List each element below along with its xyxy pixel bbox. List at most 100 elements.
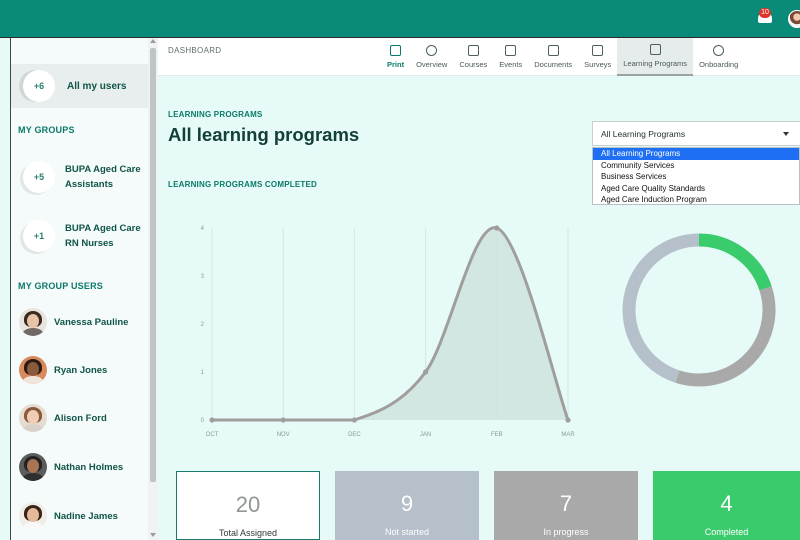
tab-documents[interactable]: Documents bbox=[528, 38, 578, 76]
stat-card-not-started[interactable]: 9 Not started bbox=[335, 471, 479, 540]
group-count: +5 bbox=[23, 161, 55, 193]
x-tick-label: DEC bbox=[348, 432, 361, 438]
x-tick-label: MAR bbox=[561, 432, 575, 438]
user-name: Vanessa Pauline bbox=[54, 316, 129, 328]
tab-surveys[interactable]: Surveys bbox=[578, 38, 617, 76]
chart-heading: LEARNING PROGRAMS COMPLETED bbox=[168, 180, 317, 189]
data-point bbox=[565, 417, 571, 423]
sidebar-item-group[interactable]: +5 BUPA Aged Care Assistants bbox=[11, 153, 149, 201]
sidebar-user-item[interactable]: Nathan Holmes bbox=[11, 447, 149, 487]
stat-card-in-progress[interactable]: 7 In progress bbox=[494, 471, 638, 540]
learning-programs-area-chart: OCT NOV DEC JAN FEB MAR 0 1 2 3 4 bbox=[180, 210, 600, 450]
area-chart-svg: OCT NOV DEC JAN FEB MAR 0 1 2 3 4 bbox=[201, 225, 575, 438]
select-value: All Learning Programs bbox=[601, 129, 686, 139]
dropdown-option[interactable]: Community Services bbox=[593, 160, 799, 172]
x-tick-label: OCT bbox=[206, 432, 219, 438]
y-tick-label: 0 bbox=[201, 418, 205, 424]
donut-slice bbox=[675, 286, 776, 387]
my-groups-heading: MY GROUPS bbox=[18, 125, 75, 135]
printer-icon bbox=[390, 45, 402, 56]
tab-overview[interactable]: Overview bbox=[410, 38, 453, 76]
y-tick-label: 3 bbox=[201, 274, 205, 280]
tab-label: Courses bbox=[459, 60, 488, 69]
donut-slice bbox=[622, 233, 700, 383]
sidebar-item-group[interactable]: +1 BUPA Aged Care RN Nurses bbox=[11, 212, 149, 260]
user-name: Alison Ford bbox=[54, 412, 107, 424]
stat-label: Total Assigned bbox=[218, 528, 278, 538]
avatar bbox=[19, 453, 47, 481]
book-icon bbox=[467, 45, 479, 56]
x-tick-label: NOV bbox=[277, 432, 290, 438]
x-tick-label: JAN bbox=[420, 432, 431, 438]
dropdown-option[interactable]: Aged Care Quality Standards bbox=[593, 183, 799, 195]
group-label-line1: BUPA Aged Care bbox=[65, 164, 141, 175]
tab-events[interactable]: Events bbox=[493, 38, 528, 76]
data-point bbox=[351, 417, 357, 423]
pie-chart-icon bbox=[426, 45, 438, 56]
onboarding-icon bbox=[713, 45, 725, 56]
group-label-line1: BUPA Aged Care bbox=[65, 223, 141, 234]
donut-slice bbox=[698, 233, 772, 291]
y-tick-label: 2 bbox=[201, 322, 205, 328]
dropdown-option[interactable]: Aged Care Induction Program bbox=[593, 194, 799, 206]
stat-value: 20 bbox=[235, 492, 261, 517]
scroll-down-icon[interactable] bbox=[150, 533, 156, 537]
tab-courses[interactable]: Courses bbox=[453, 38, 493, 76]
group-count: +1 bbox=[23, 220, 55, 252]
stat-card-total-assigned[interactable]: 20 Total Assigned bbox=[176, 471, 320, 540]
group-label-line2: Assistants bbox=[65, 179, 114, 190]
tab-print[interactable]: Print bbox=[381, 38, 410, 76]
learning-program-select[interactable]: All Learning Programs bbox=[592, 121, 800, 146]
stat-value: 4 bbox=[720, 491, 733, 516]
sidebar-user-item[interactable]: Ryan Jones bbox=[11, 350, 149, 390]
dropdown-option[interactable]: All Learning Programs bbox=[593, 148, 799, 160]
avatar bbox=[19, 356, 47, 384]
sidebar-user-item[interactable]: Vanessa Pauline bbox=[11, 302, 149, 342]
donut-chart-svg bbox=[622, 233, 776, 387]
stat-value: 9 bbox=[400, 491, 414, 516]
user-name: Nathan Holmes bbox=[54, 461, 124, 473]
dashboard-tabs: Print Overview Courses Events Documents … bbox=[381, 38, 744, 76]
tab-label: Documents bbox=[534, 60, 573, 69]
user-name: Ryan Jones bbox=[54, 364, 108, 376]
profile-avatar[interactable] bbox=[788, 10, 800, 28]
programs-icon bbox=[649, 44, 661, 55]
sidebar-item-all-users[interactable]: +6 All my users bbox=[11, 64, 149, 108]
stat-card-completed[interactable]: 4 Completed bbox=[653, 471, 800, 540]
sidebar-user-item[interactable]: Nadine James bbox=[11, 496, 149, 536]
stat-label: Not started bbox=[384, 527, 430, 537]
learning-program-dropdown: All Learning Programs Community Services… bbox=[592, 147, 800, 205]
tab-label: Learning Programs bbox=[623, 59, 688, 68]
tab-label: Overview bbox=[416, 60, 448, 69]
all-users-label: All my users bbox=[67, 80, 127, 92]
survey-icon bbox=[592, 45, 604, 56]
notifications-button[interactable]: 10 bbox=[758, 8, 772, 25]
sidebar: +6 All my users MY GROUPS +5 BUPA Aged C… bbox=[10, 38, 149, 540]
data-point bbox=[494, 225, 500, 231]
breadcrumb: DASHBOARD bbox=[168, 46, 222, 55]
chevron-down-icon bbox=[783, 132, 789, 136]
section-subheading: LEARNING PROGRAMS bbox=[168, 110, 263, 119]
dropdown-option[interactable]: Business Services bbox=[593, 171, 799, 183]
stat-value: 7 bbox=[559, 491, 573, 516]
scroll-up-icon[interactable] bbox=[150, 39, 156, 43]
calendar-icon bbox=[505, 45, 517, 56]
tab-onboarding[interactable]: Onboarding bbox=[693, 38, 744, 76]
tab-label: Print bbox=[387, 60, 405, 69]
group-label: BUPA Aged Care Assistants bbox=[65, 162, 141, 192]
all-users-count: +6 bbox=[23, 70, 55, 102]
scrollbar-thumb[interactable] bbox=[150, 48, 156, 482]
tab-label: Surveys bbox=[584, 60, 612, 69]
stat-label: In progress bbox=[543, 527, 589, 537]
content-header: DASHBOARD Print Overview Courses Events … bbox=[158, 38, 800, 76]
y-tick-label: 1 bbox=[201, 370, 205, 376]
tab-learning-programs[interactable]: Learning Programs bbox=[617, 38, 694, 76]
sidebar-user-item[interactable]: Alison Ford bbox=[11, 398, 149, 438]
sidebar-scrollbar[interactable] bbox=[148, 38, 158, 540]
page-title: All learning programs bbox=[168, 124, 360, 145]
tab-label: Events bbox=[499, 60, 523, 69]
x-tick-label: FEB bbox=[491, 432, 503, 438]
my-group-users-heading: MY GROUP USERS bbox=[18, 281, 103, 291]
top-bar: 10 bbox=[0, 0, 800, 38]
notification-badge: 10 bbox=[759, 8, 771, 18]
